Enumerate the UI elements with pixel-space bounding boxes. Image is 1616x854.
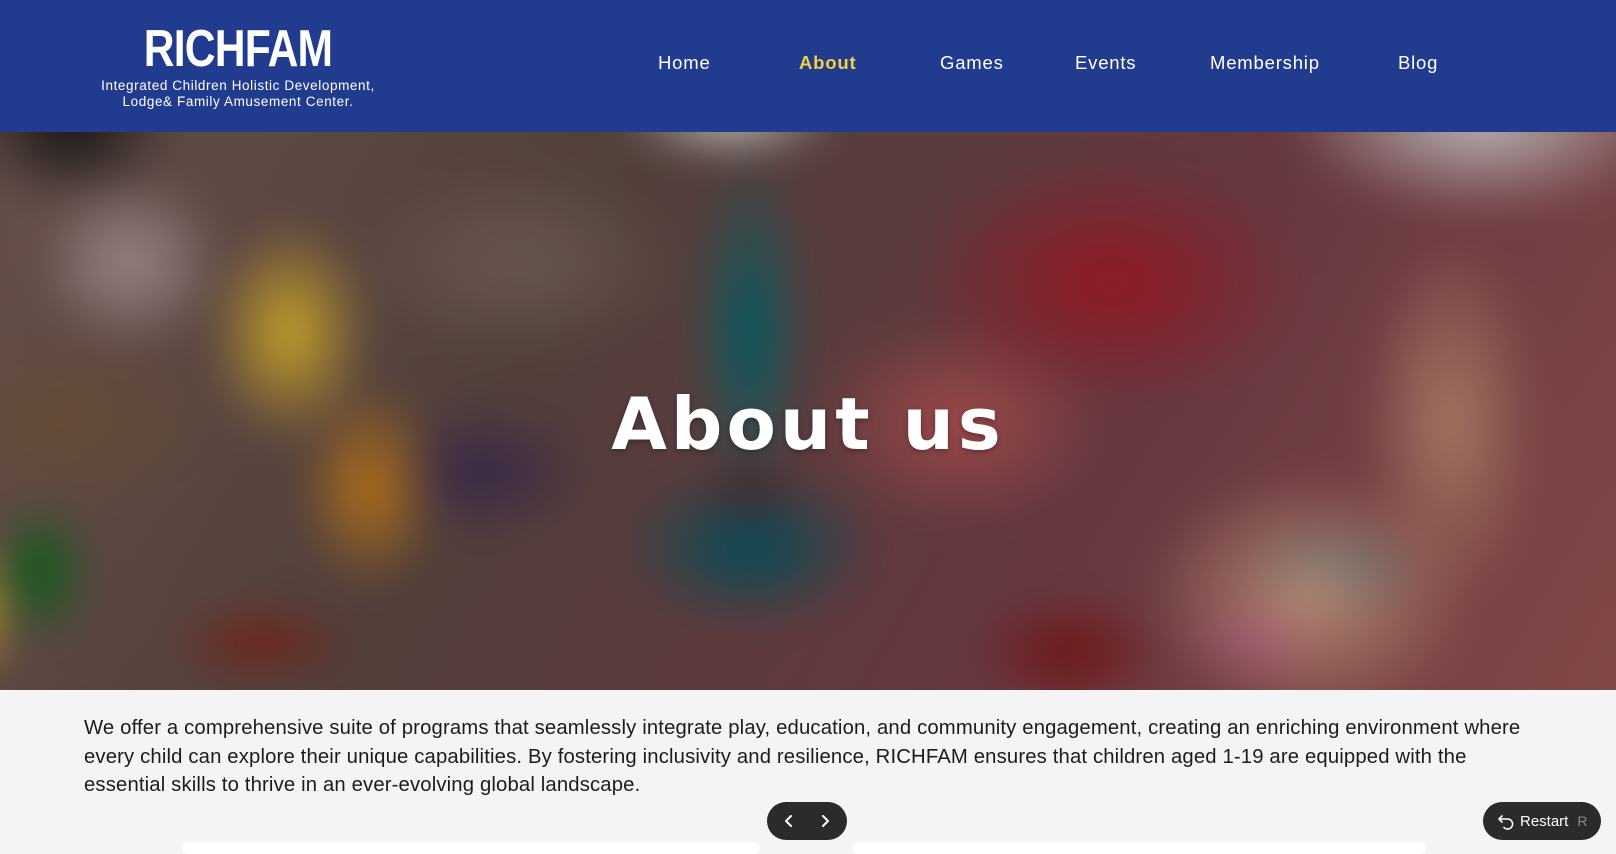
restart-shortcut-key: R bbox=[1577, 813, 1588, 829]
main-navigation: Home About Games Events Membership Blog bbox=[0, 0, 1616, 132]
next-button[interactable] bbox=[811, 807, 839, 835]
restart-label: Restart bbox=[1520, 812, 1569, 830]
nav-item-membership[interactable]: Membership bbox=[1210, 52, 1320, 74]
site-header: RICHFAM Integrated Children Holistic Dev… bbox=[0, 0, 1616, 132]
content-card-right bbox=[852, 842, 1426, 854]
slide-pager bbox=[767, 802, 847, 840]
restart-button[interactable]: Restart R bbox=[1483, 802, 1601, 840]
page-title: About us bbox=[611, 382, 1005, 467]
nav-item-games[interactable]: Games bbox=[940, 52, 1004, 74]
nav-item-home[interactable]: Home bbox=[658, 52, 711, 74]
hero-banner: About us bbox=[0, 132, 1616, 690]
chevron-left-icon bbox=[785, 815, 792, 827]
chevron-right-icon bbox=[822, 815, 829, 827]
nav-item-about[interactable]: About bbox=[799, 52, 856, 74]
about-intro-paragraph: We offer a comprehensive suite of progra… bbox=[84, 717, 1521, 796]
nav-item-events[interactable]: Events bbox=[1075, 52, 1136, 74]
undo-icon bbox=[1496, 811, 1516, 831]
nav-item-blog[interactable]: Blog bbox=[1398, 52, 1438, 74]
content-card-left bbox=[182, 842, 760, 854]
prev-button[interactable] bbox=[775, 807, 803, 835]
